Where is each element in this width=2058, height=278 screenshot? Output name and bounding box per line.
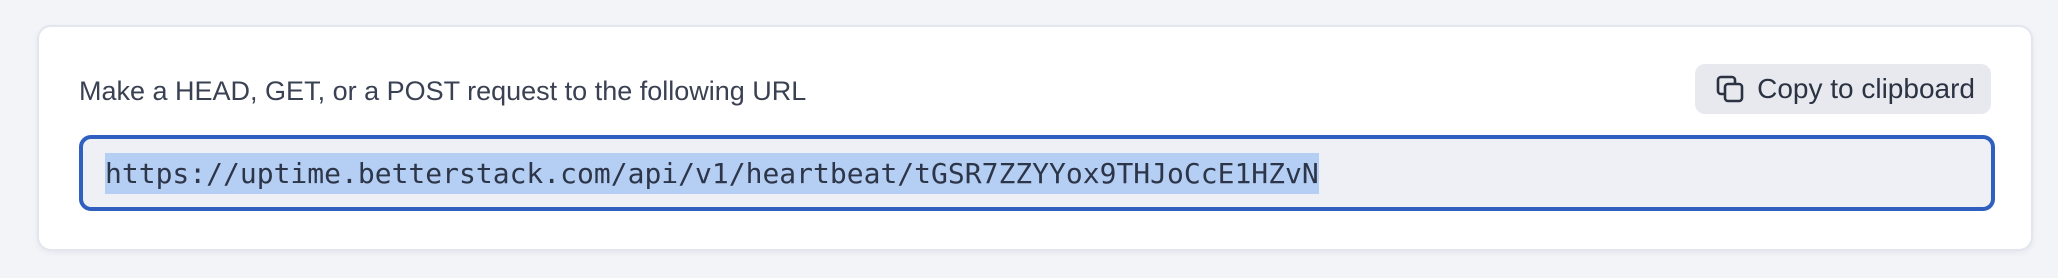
copy-button-label: Copy to clipboard bbox=[1757, 73, 1975, 104]
heartbeat-url-field[interactable]: https://uptime.betterstack.com/api/v1/he… bbox=[79, 135, 1995, 211]
copy-icon bbox=[1715, 74, 1745, 104]
heartbeat-url-text[interactable]: https://uptime.betterstack.com/api/v1/he… bbox=[105, 152, 1319, 194]
request-instruction-text: Make a HEAD, GET, or a POST request to t… bbox=[79, 76, 807, 106]
heartbeat-url-card: Make a HEAD, GET, or a POST request to t… bbox=[37, 25, 2033, 251]
copy-to-clipboard-button[interactable]: Copy to clipboard bbox=[1695, 64, 1991, 114]
